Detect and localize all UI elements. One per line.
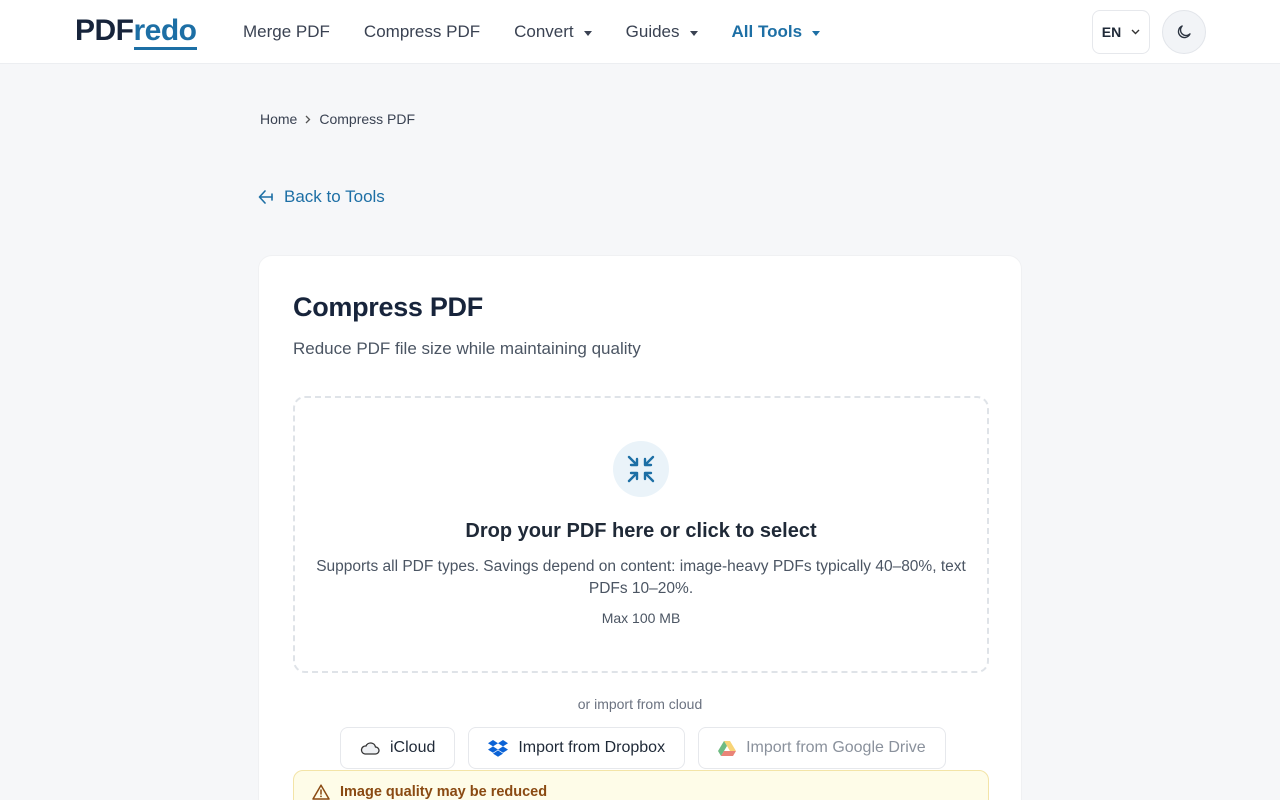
arrow-left-icon	[258, 190, 273, 204]
nav-all-tools-label: All Tools	[731, 22, 803, 41]
chevron-right-icon	[305, 115, 311, 123]
page-title: Compress PDF	[293, 292, 483, 322]
back-link-label: Back to Tools	[284, 187, 385, 206]
theme-toggle-button[interactable]	[1162, 10, 1206, 54]
chevron-down-icon	[1131, 29, 1140, 35]
main-nav: Merge PDF Compress PDF Convert Guides Al…	[243, 0, 821, 64]
language-code: EN	[1101, 24, 1122, 40]
caret-down-icon	[812, 30, 821, 36]
back-to-tools-link[interactable]: Back to Tools	[258, 187, 385, 207]
dropbox-button[interactable]: Import from Dropbox	[468, 727, 686, 769]
warning-title: Image quality may be reduced	[340, 784, 548, 800]
nav-compress-pdf[interactable]: Compress PDF	[364, 22, 480, 42]
logo-main: PDF	[75, 14, 134, 47]
breadcrumb-home-link[interactable]: Home	[260, 111, 297, 127]
logo-accent: redo	[133, 14, 197, 50]
google-drive-button[interactable]: Import from Google Drive	[698, 727, 946, 769]
logo[interactable]: PDFredo	[75, 14, 197, 50]
compress-arrows-icon	[613, 441, 669, 497]
page-subtitle: Reduce PDF file size while maintaining q…	[293, 339, 641, 358]
nav-compress-label: Compress PDF	[363, 22, 481, 41]
cloud-import-buttons: iCloud Import from Dropbox Import from G…	[340, 727, 946, 769]
dropzone-description: Supports all PDF types. Savings depend o…	[316, 558, 966, 597]
nav-convert-label: Convert	[514, 22, 574, 41]
dropbox-icon	[488, 740, 509, 757]
breadcrumb: Home Compress PDF	[260, 111, 415, 127]
cloud-icon	[360, 742, 380, 755]
nav-guides-dropdown[interactable]: Guides	[626, 22, 698, 42]
quality-warning-banner: Image quality may be reduced	[293, 770, 989, 800]
icloud-button[interactable]: iCloud	[340, 727, 456, 769]
nav-guides-label: Guides	[625, 22, 680, 41]
dropbox-label: Import from Dropbox	[518, 739, 666, 756]
nav-all-tools-dropdown[interactable]: All Tools	[732, 22, 821, 42]
top-navbar: PDFredo Merge PDF Compress PDF Convert G…	[0, 0, 1280, 64]
nav-merge-label: Merge PDF	[243, 22, 330, 41]
language-selector[interactable]: EN	[1092, 10, 1150, 54]
cloud-import-label: or import from cloud	[577, 696, 703, 712]
icloud-label: iCloud	[390, 739, 436, 756]
tool-card: Compress PDF Reduce PDF file size while …	[258, 255, 1022, 800]
dropzone-title: Drop your PDF here or click to select	[465, 520, 817, 542]
dropzone-max-size: Max 100 MB	[601, 610, 681, 626]
warning-triangle-icon	[312, 784, 330, 800]
google-drive-icon	[718, 740, 737, 756]
file-dropzone[interactable]: Drop your PDF here or click to select Su…	[293, 396, 989, 673]
breadcrumb-current: Compress PDF	[319, 111, 416, 127]
nav-convert-dropdown[interactable]: Convert	[514, 22, 592, 42]
caret-down-icon	[583, 30, 592, 36]
nav-merge-pdf[interactable]: Merge PDF	[243, 22, 330, 42]
moon-icon	[1177, 25, 1191, 39]
google-drive-label: Import from Google Drive	[746, 739, 926, 756]
caret-down-icon	[689, 30, 698, 36]
